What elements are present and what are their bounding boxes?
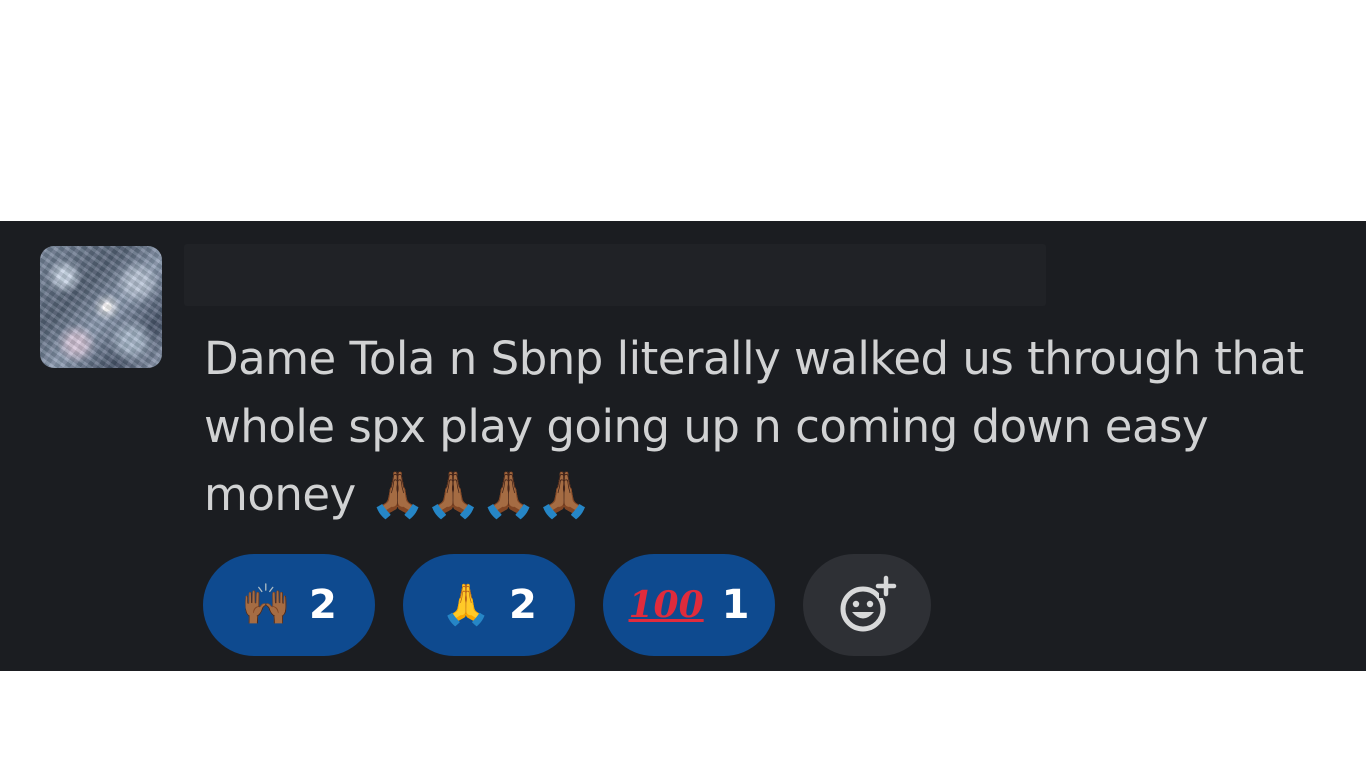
reaction-raising-hands[interactable]: 🙌🏾 2 xyxy=(203,554,375,656)
add-reaction-icon xyxy=(840,575,897,632)
avatar[interactable] xyxy=(40,246,162,368)
reaction-hundred-points[interactable]: 100 1 xyxy=(603,554,775,656)
reaction-bar: 🙌🏾 2 🙏 2 100 1 xyxy=(203,554,931,656)
reaction-folded-hands[interactable]: 🙏 2 xyxy=(403,554,575,656)
sender-name-redacted xyxy=(184,244,1046,306)
add-reaction-button[interactable] xyxy=(803,554,931,656)
reaction-count: 2 xyxy=(508,582,537,628)
reaction-count: 2 xyxy=(308,582,337,628)
hundred-points-icon: 100 xyxy=(628,584,704,626)
reaction-count: 1 xyxy=(721,582,750,628)
raising-hands-icon: 🙌🏾 xyxy=(241,582,291,628)
folded-hands-icon: 🙏 xyxy=(441,582,491,628)
message-text: Dame Tola n Sbnp literally walked us thr… xyxy=(204,332,1304,521)
message-container: Dame Tola n Sbnp literally walked us thr… xyxy=(0,221,1366,671)
